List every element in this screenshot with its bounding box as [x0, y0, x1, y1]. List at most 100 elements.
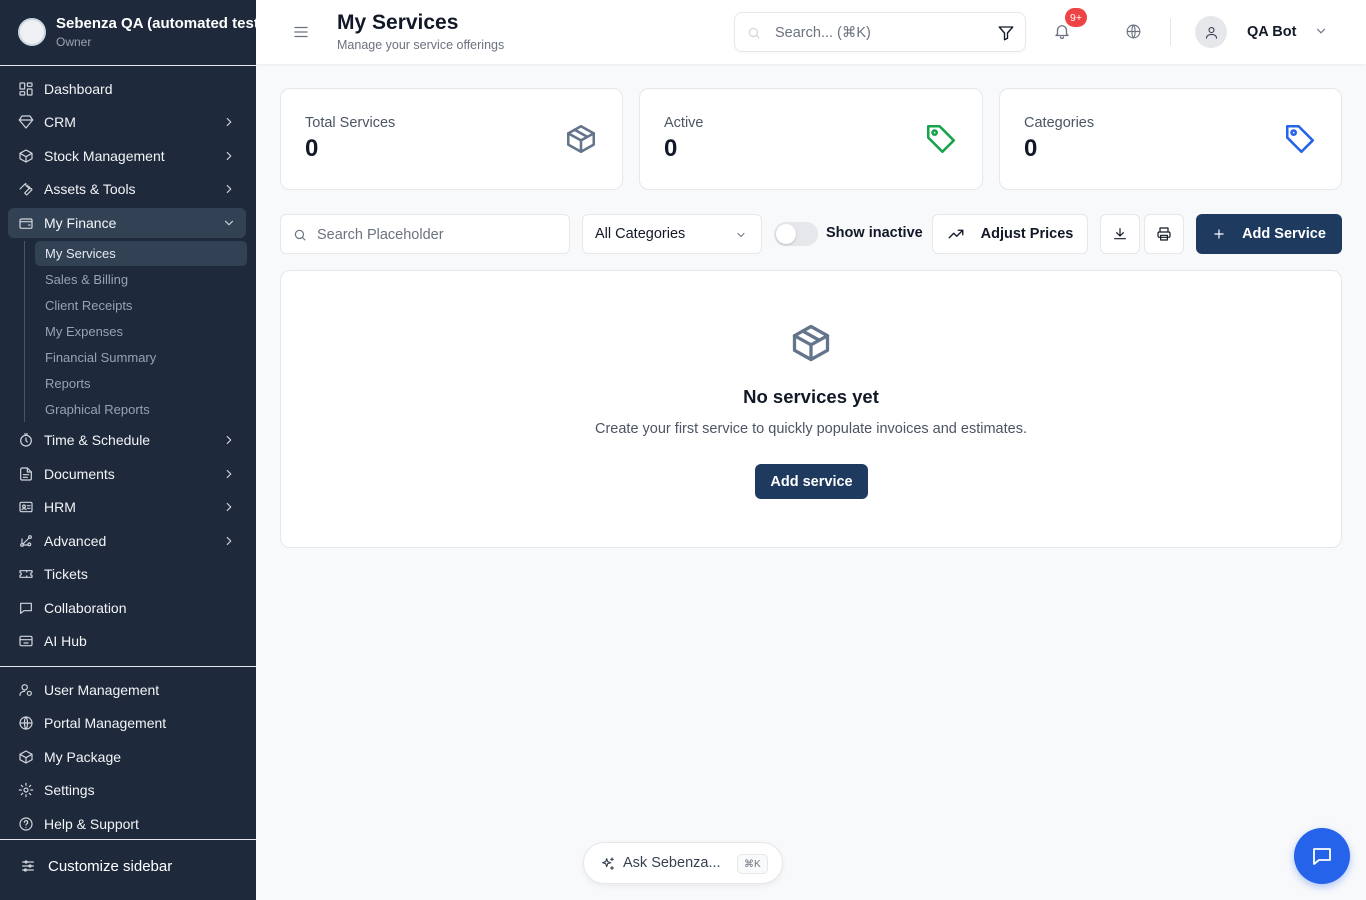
- global-search[interactable]: [734, 12, 1026, 52]
- download-icon: [1114, 228, 1126, 240]
- show-inactive-label: Show inactive: [826, 225, 923, 241]
- sidebar-subitem-graphical-reports[interactable]: Graphical Reports: [35, 397, 247, 422]
- sparkles-icon: [600, 856, 616, 872]
- notification-badge: 9+: [1065, 8, 1087, 27]
- show-inactive-toggle[interactable]: [774, 222, 818, 246]
- user-avatar[interactable]: [1195, 16, 1227, 48]
- sidebar-item-portal-management[interactable]: Portal Management: [8, 708, 246, 738]
- sidebar-item-label: Help & Support: [44, 816, 139, 832]
- sidebar: Sebenza QA (automated tests) Owner Dashb…: [0, 0, 256, 900]
- customize-sidebar-button[interactable]: Customize sidebar: [0, 850, 256, 882]
- stat-card-categories: Categories 0: [999, 88, 1342, 190]
- sidebar-subitem-my-services[interactable]: My Services: [35, 241, 247, 266]
- sidebar-subitem-reports[interactable]: Reports: [35, 371, 247, 396]
- chevron-right-icon: [222, 467, 236, 481]
- sidebar-item-advanced[interactable]: Advanced: [8, 526, 246, 556]
- ask-assistant-button[interactable]: Ask Sebenza... ⌘K: [583, 842, 783, 884]
- chevron-down-icon[interactable]: [1314, 24, 1328, 38]
- sidebar-item-label: HRM: [44, 499, 76, 515]
- sidebar-item-help-support[interactable]: Help & Support: [8, 809, 246, 839]
- chevron-right-icon: [222, 433, 236, 447]
- print-button[interactable]: [1144, 214, 1184, 254]
- header-divider: [1170, 18, 1171, 46]
- global-search-input[interactable]: [775, 23, 975, 43]
- adjust-prices-button[interactable]: Adjust Prices: [932, 214, 1088, 254]
- stat-card-total-services: Total Services 0: [280, 88, 623, 190]
- sidebar-item-label: User Management: [44, 682, 160, 698]
- add-service-label: Add Service: [1242, 226, 1326, 242]
- sliders-icon: [20, 858, 36, 874]
- sidebar-item-label: Assets & Tools: [44, 181, 136, 197]
- sidebar-subitem-my-expenses[interactable]: My Expenses: [35, 319, 247, 344]
- sidebar-subitem-financial-summary[interactable]: Financial Summary: [35, 345, 247, 370]
- sidebar-item-assets-tools[interactable]: Assets & Tools: [8, 174, 246, 204]
- chevron-down-icon: [222, 216, 236, 230]
- chat-icon: [18, 600, 34, 616]
- menu-toggle-icon[interactable]: [292, 23, 310, 41]
- chevron-right-icon: [222, 182, 236, 196]
- document-icon: [18, 466, 34, 482]
- sidebar-item-label: Collaboration: [44, 600, 127, 616]
- sidebar-item-ai-hub[interactable]: AI Hub: [8, 626, 246, 656]
- chevron-right-icon: [222, 500, 236, 514]
- sidebar-item-tickets[interactable]: Tickets: [8, 559, 246, 589]
- dashboard-icon: [18, 81, 34, 97]
- sidebar-item-stock-management[interactable]: Stock Management: [8, 141, 246, 171]
- sidebar-item-user-management[interactable]: User Management: [8, 675, 246, 705]
- org-switcher[interactable]: Sebenza QA (automated tests) Owner: [0, 0, 256, 66]
- language-globe-icon[interactable]: [1125, 23, 1142, 40]
- filter-icon[interactable]: [997, 24, 1015, 42]
- services-search[interactable]: [280, 214, 570, 254]
- chevron-right-icon: [222, 149, 236, 163]
- sidebar-item-label: Portal Management: [44, 715, 167, 731]
- user-name[interactable]: QA Bot: [1247, 24, 1296, 40]
- sidebar-item-time-schedule[interactable]: Time & Schedule: [8, 425, 246, 455]
- sidebar-item-label: AI Hub: [44, 633, 87, 649]
- sidebar-item-label: Time & Schedule: [44, 432, 151, 448]
- sidebar-item-crm[interactable]: CRM: [8, 107, 246, 137]
- add-service-empty-button[interactable]: Add service: [755, 464, 868, 499]
- sidebar-item-settings[interactable]: Settings: [8, 775, 246, 805]
- gear-icon: [18, 782, 34, 798]
- sidebar-item-label: Dashboard: [44, 81, 113, 97]
- sidebar-subitem-client-receipts[interactable]: Client Receipts: [35, 293, 247, 318]
- trending-up-icon: [948, 229, 964, 239]
- wrench-icon: [18, 181, 34, 197]
- category-select-value: All Categories: [595, 226, 686, 242]
- tag-icon: [924, 122, 958, 156]
- ticket-icon: [18, 566, 34, 582]
- download-button[interactable]: [1100, 214, 1140, 254]
- sidebar-divider: [0, 839, 256, 840]
- customize-sidebar-label: Customize sidebar: [48, 857, 173, 875]
- plus-icon: [1214, 229, 1224, 239]
- sidebar-item-my-finance[interactable]: My Finance: [8, 208, 246, 238]
- advanced-icon: [18, 533, 34, 549]
- diamond-icon: [18, 114, 34, 130]
- box-icon: [789, 321, 833, 365]
- sidebar-item-dashboard[interactable]: Dashboard: [8, 74, 246, 104]
- package-icon: [18, 148, 34, 164]
- add-service-button[interactable]: Add Service: [1196, 214, 1342, 254]
- chevron-right-icon: [222, 115, 236, 129]
- search-icon: [747, 26, 761, 40]
- sidebar-item-collaboration[interactable]: Collaboration: [8, 593, 246, 623]
- sidebar-item-label: My Finance: [44, 215, 117, 231]
- org-name: Sebenza QA (automated tests): [56, 15, 256, 32]
- tag-icon: [1283, 122, 1317, 156]
- adjust-prices-label: Adjust Prices: [980, 226, 1074, 242]
- sidebar-divider: [0, 666, 256, 667]
- stat-label: Active: [664, 115, 704, 131]
- page-subtitle: Manage your service offerings: [337, 38, 505, 52]
- sidebar-subitem-sales-billing[interactable]: Sales & Billing: [35, 267, 247, 292]
- help-icon: [18, 816, 34, 832]
- sidebar-item-my-package[interactable]: My Package: [8, 742, 246, 772]
- sidebar-item-documents[interactable]: Documents: [8, 459, 246, 489]
- sidebar-item-label: My Package: [44, 749, 122, 765]
- ask-assistant-label: Ask Sebenza...: [623, 855, 721, 871]
- chat-support-button[interactable]: [1294, 828, 1350, 884]
- services-search-input[interactable]: [317, 225, 557, 245]
- category-select[interactable]: All Categories: [582, 214, 762, 254]
- sidebar-item-hrm[interactable]: HRM: [8, 492, 246, 522]
- sidebar-item-label: Documents: [44, 466, 115, 482]
- stat-value: 0: [1024, 135, 1038, 162]
